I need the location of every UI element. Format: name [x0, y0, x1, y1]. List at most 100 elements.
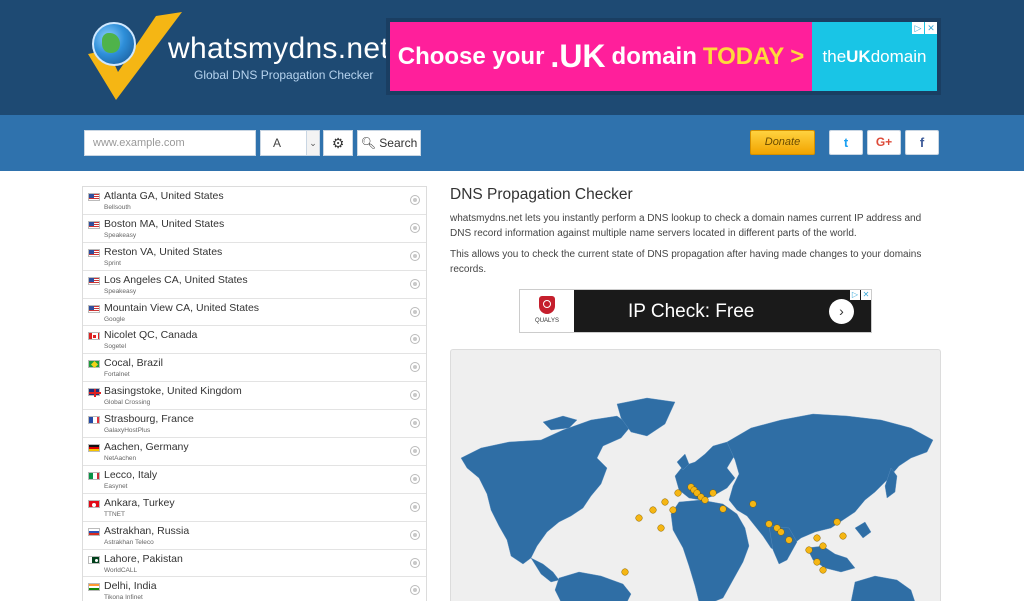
chevron-right-icon[interactable]: ›: [829, 299, 854, 324]
ad-brand-uk: UK: [846, 46, 871, 66]
donate-button[interactable]: Donate: [750, 130, 815, 155]
location-isp: TTNET: [104, 510, 125, 518]
location-isp: Sogetel: [104, 343, 127, 351]
googleplus-button[interactable]: G+: [867, 130, 901, 155]
intro-paragraph: whatsmydns.net lets you instantly perfor…: [450, 213, 922, 239]
server-marker: [749, 500, 757, 508]
ad-headline: IP Check: Free: [628, 301, 755, 322]
server-marker: [833, 518, 841, 526]
ad-close-icon[interactable]: ✕: [925, 22, 937, 34]
server-marker: [701, 496, 709, 504]
ad-text-choose: Choose your: [397, 42, 545, 70]
flag-ca-icon: [88, 332, 100, 341]
location-row[interactable]: Mountain View CA, United States Google: [83, 299, 426, 327]
location-row[interactable]: Delhi, India Tikona Infinet: [83, 577, 426, 601]
status-pending-icon: [410, 222, 420, 233]
ad-text-today: TODAY: [702, 42, 785, 70]
flag-de-icon: [88, 444, 100, 453]
location-city: Boston MA, United States: [104, 217, 225, 230]
facebook-icon: f: [919, 135, 925, 150]
page-title: DNS Propagation Checker: [450, 186, 633, 203]
location-row[interactable]: Boston MA, United States Speakeasy: [83, 215, 426, 243]
qualys-brand: QUALYS: [535, 318, 559, 324]
status-pending-icon: [410, 529, 420, 540]
location-isp: Speakeasy: [104, 231, 137, 239]
location-row[interactable]: Aachen, Germany NetAachen: [83, 438, 426, 466]
status-pending-icon: [410, 250, 420, 261]
server-marker: [785, 536, 793, 544]
status-pending-icon: [410, 473, 420, 484]
location-isp: Bellsouth: [104, 204, 131, 211]
server-marker: [719, 505, 727, 513]
location-row[interactable]: Lahore, Pakistan WorldCALL: [83, 550, 426, 578]
location-city: Lahore, Pakistan: [104, 552, 183, 565]
site-logo[interactable]: whatsmydns.net Global DNS Propagation Ch…: [86, 10, 389, 102]
location-isp: Fortalnet: [104, 371, 130, 379]
location-row[interactable]: Lecco, Italy Easynet: [83, 466, 426, 494]
info-paragraph: This allows you to check the current sta…: [450, 249, 922, 275]
search-icon: 🔍︎: [360, 136, 376, 150]
world-map-graphic: [460, 397, 934, 601]
record-type-select[interactable]: A ⌄: [260, 130, 320, 156]
server-marker: [709, 489, 717, 497]
site-title: whatsmydns.net: [168, 32, 389, 65]
middle-advertisement[interactable]: QUALYS IP Check: Free › ▷ ✕: [519, 289, 872, 333]
server-marker: [813, 534, 821, 542]
top-advertisement[interactable]: Choose your .UK domain TODAY > the UK doma…: [386, 18, 941, 95]
ad-brand-the: the: [822, 46, 847, 66]
location-row[interactable]: Strasbourg, France GalaxyHostPlus: [83, 410, 426, 439]
server-marker: [657, 524, 665, 532]
server-marker: [777, 528, 785, 536]
twitter-button[interactable]: t: [829, 130, 863, 155]
location-row[interactable]: Cocal, Brazil Fortalnet: [83, 354, 426, 383]
location-row[interactable]: Ankara, Turkey TTNET: [83, 494, 426, 522]
location-list: Atlanta GA, United States Bellsouth Boston…: [82, 186, 427, 601]
flag-ru-icon: [88, 527, 100, 536]
location-isp: Google: [104, 315, 125, 323]
ad-close-icon[interactable]: ✕: [861, 290, 871, 300]
ad-info-icon[interactable]: ▷: [850, 290, 860, 300]
ad-headline[interactable]: Choose your .UK domain TODAY >: [390, 22, 812, 91]
server-marker: [805, 546, 813, 554]
location-isp: WorldCALL: [104, 566, 138, 574]
status-pending-icon: [410, 446, 420, 457]
status-pending-icon: [410, 501, 420, 512]
server-marker: [813, 558, 821, 566]
flag-br-icon: [88, 360, 100, 369]
status-pending-icon: [410, 306, 420, 317]
location-row[interactable]: Los Angeles CA, United States Speakeasy: [83, 271, 426, 299]
location-row[interactable]: Nicolet QC, Canada Sogetel: [83, 326, 426, 355]
location-city: Astrakhan, Russia: [104, 524, 190, 537]
location-city: Ankara, Turkey: [104, 496, 175, 509]
chevron-down-icon[interactable]: ⌄: [306, 131, 319, 155]
ad-info-icon[interactable]: ▷: [912, 22, 924, 34]
ad-choices[interactable]: ▷ ✕: [849, 290, 871, 300]
domain-input[interactable]: www.example.com: [84, 130, 256, 156]
search-button[interactable]: 🔍︎ Search: [357, 130, 421, 156]
server-marker: [819, 566, 827, 574]
site-tagline: Global DNS Propagation Checker: [194, 68, 374, 82]
ad-choices[interactable]: ▷ ✕: [911, 22, 937, 34]
location-row[interactable]: Astrakhan, Russia Astrakhan Teleco: [83, 522, 426, 550]
location-isp: Tikona Infinet: [104, 594, 143, 601]
settings-button[interactable]: ⚙: [323, 130, 353, 156]
world-map[interactable]: [450, 349, 941, 601]
facebook-button[interactable]: f: [905, 130, 939, 155]
location-row[interactable]: Atlanta GA, United States Bellsouth: [83, 187, 426, 215]
googleplus-icon: G+: [875, 135, 893, 149]
server-marker: [819, 542, 827, 550]
continents: [460, 397, 934, 601]
location-city: Basingstoke, United Kingdom: [104, 385, 242, 398]
location-city: Delhi, India: [104, 580, 157, 593]
location-city: Reston VA, United States: [104, 245, 223, 258]
gear-icon: ⚙: [331, 135, 345, 151]
location-row[interactable]: Reston VA, United States Sprint: [83, 243, 426, 271]
location-isp: NetAachen: [104, 455, 137, 463]
flag-fr-icon: [88, 416, 100, 425]
qualys-logo: QUALYS: [520, 290, 574, 332]
location-row[interactable]: Basingstoke, United Kingdom Global Crossi…: [83, 382, 426, 411]
flag-it-icon: [88, 471, 100, 480]
flag-us-icon: [88, 220, 100, 229]
globe-icon: [92, 22, 136, 66]
flag-us-icon: [88, 193, 100, 201]
